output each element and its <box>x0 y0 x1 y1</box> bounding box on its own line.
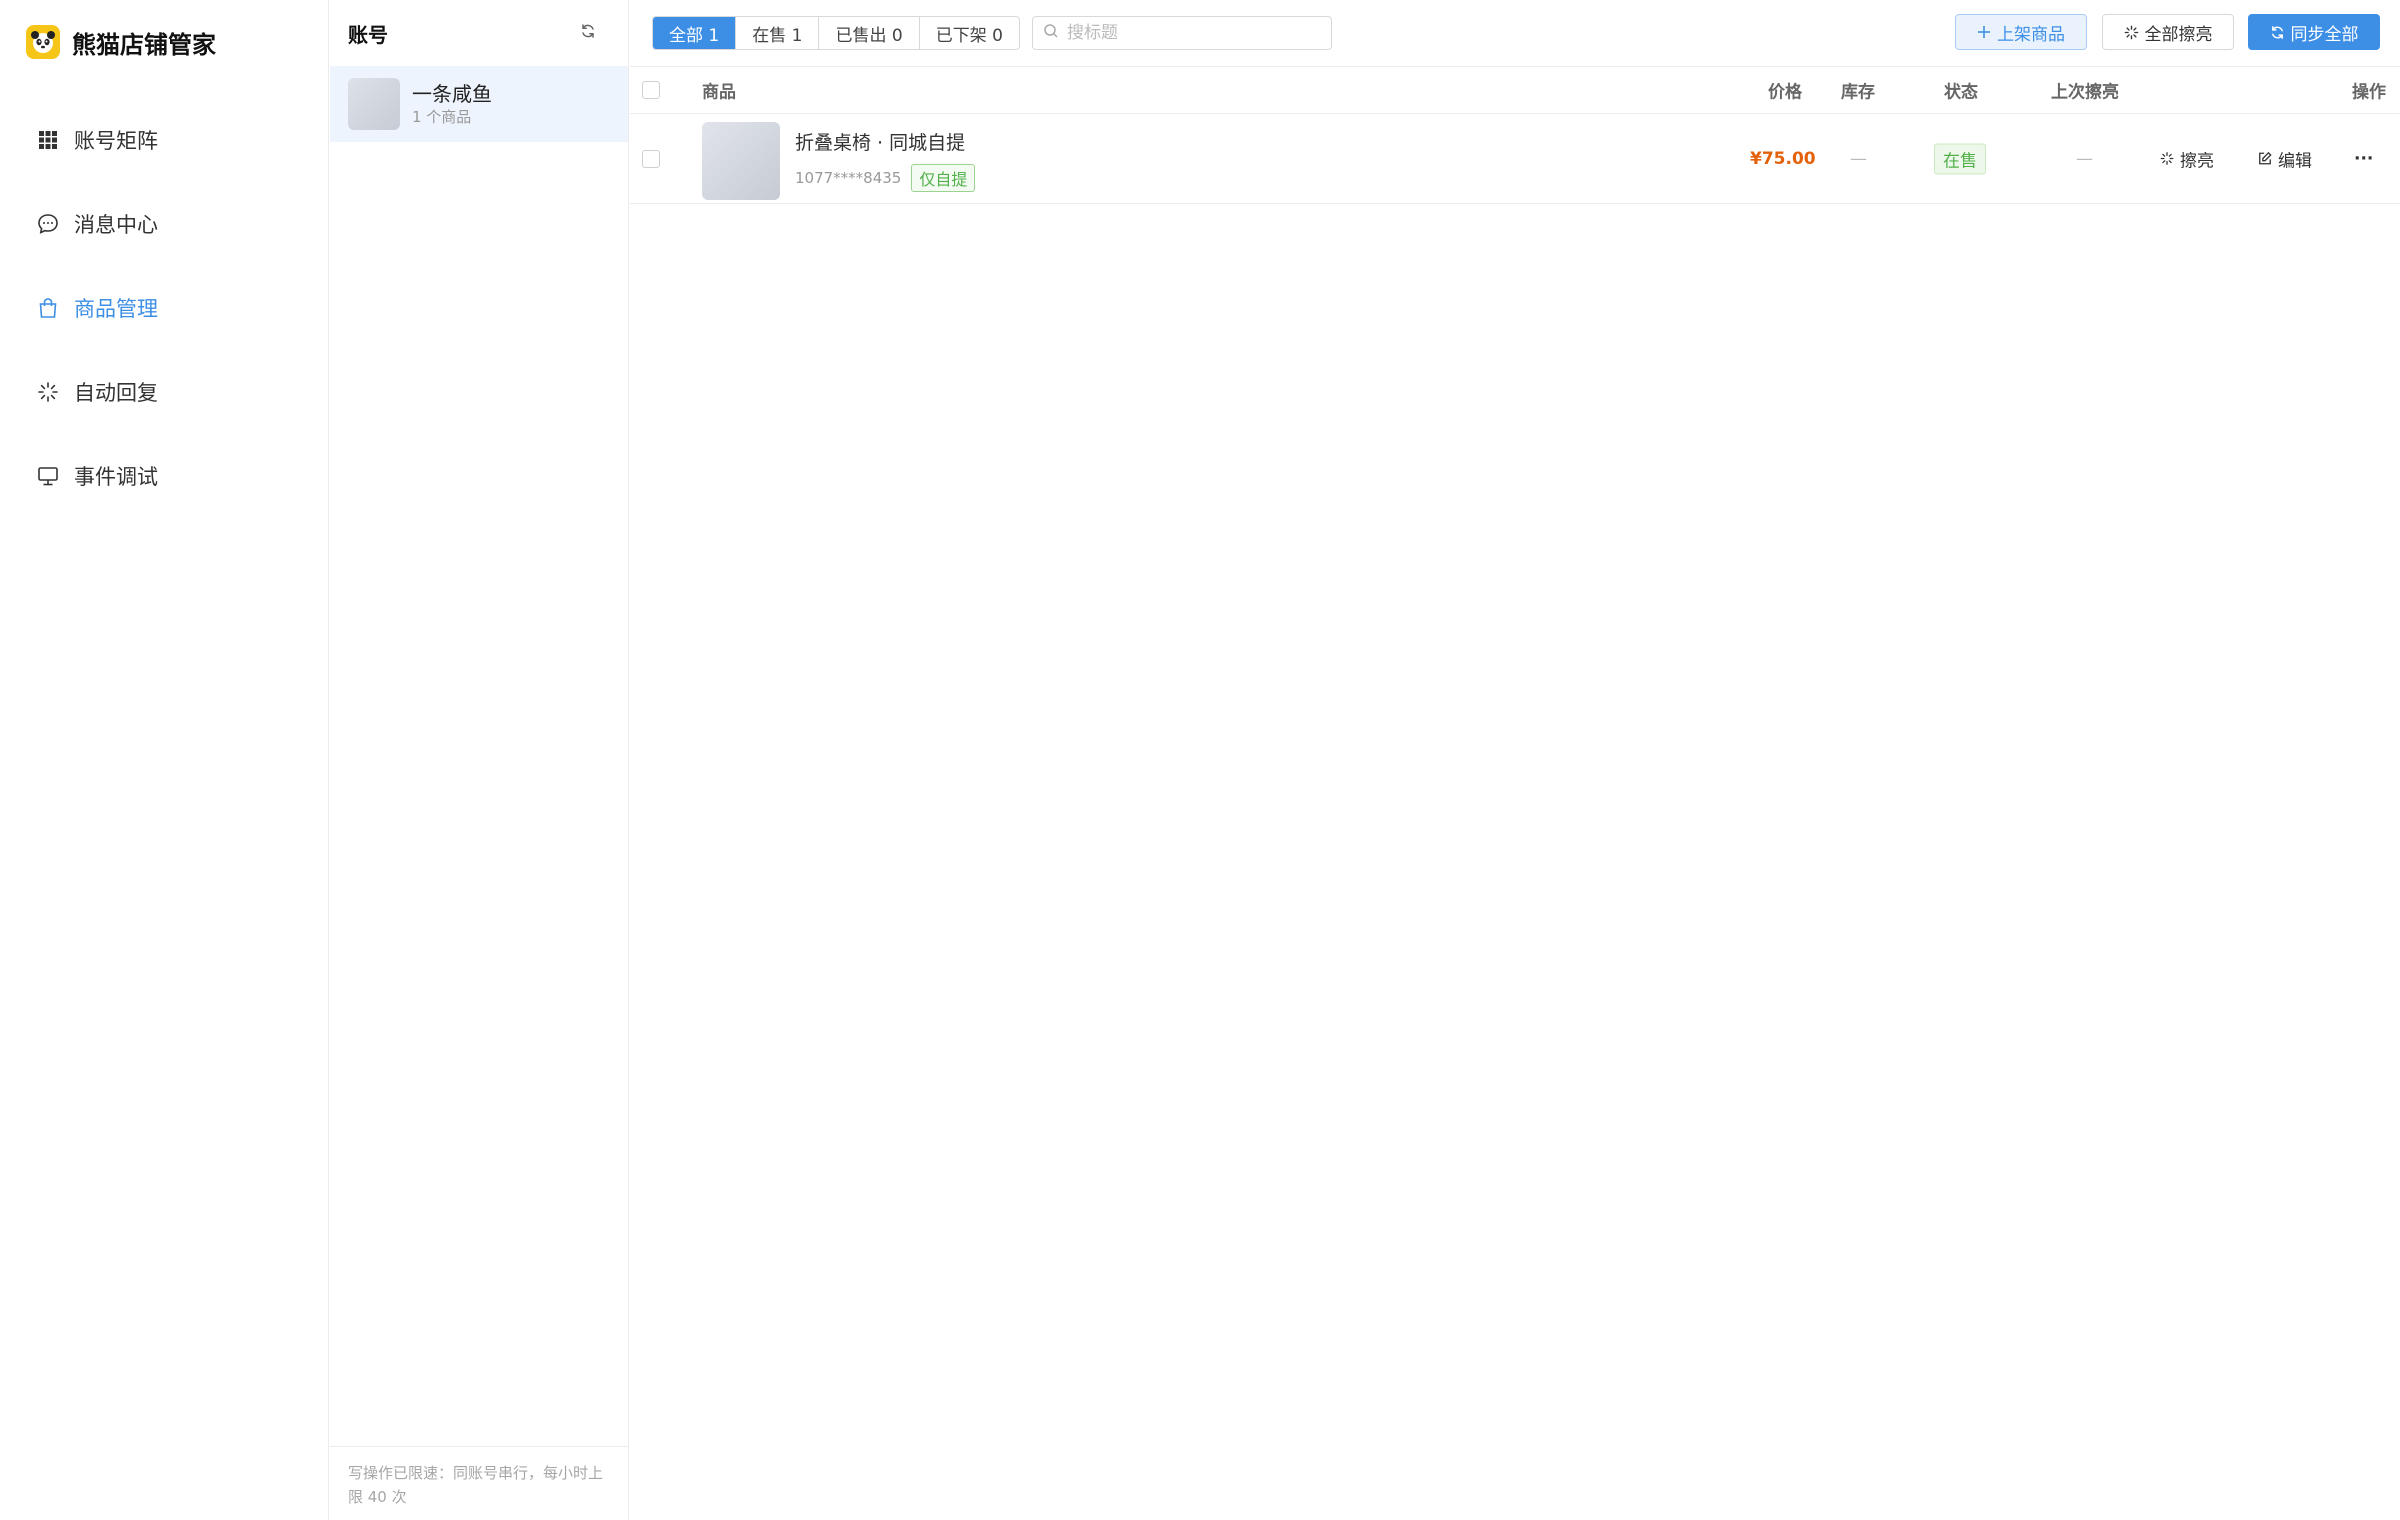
status-tabs: 全部 1 在售 1 已售出 0 已下架 0 <box>652 16 1020 50</box>
sparkle-icon <box>2160 152 2174 166</box>
header-price: 价格 <box>1768 82 1802 103</box>
rate-limit-note: 写操作已限速：同账号串行，每小时上限 40 次 <box>330 1446 628 1520</box>
header-stock: 库存 <box>1841 82 1875 103</box>
tab-removed[interactable]: 已下架 0 <box>920 17 1019 49</box>
monitor-icon <box>36 464 60 488</box>
sparkle-icon <box>36 380 60 404</box>
plus-icon <box>1977 25 1991 39</box>
sidebar-item-label: 账号矩阵 <box>74 129 158 153</box>
product-title[interactable]: 折叠桌椅 · 同城自提 <box>795 128 965 155</box>
accounts-title: 账号 <box>348 22 388 47</box>
product-meta: 1077****8435 仅自提 <box>795 164 976 192</box>
list-product-label: 上架商品 <box>1997 24 2065 45</box>
sidebar-nav: 账号矩阵 消息中心 商品管理 自动回复 事件调试 <box>0 98 329 518</box>
account-product-count: 1 个商品 <box>412 108 472 126</box>
account-item[interactable]: 一条咸鱼 1 个商品 <box>330 66 628 142</box>
grid-icon <box>36 128 60 152</box>
row-checkbox[interactable] <box>642 149 660 168</box>
pickup-only-tag: 仅自提 <box>911 164 976 192</box>
product-price: ¥75.00 <box>1750 148 1816 169</box>
product-id: 1077****8435 <box>795 169 902 187</box>
header-actions: 操作 <box>2352 82 2386 103</box>
sync-icon <box>2270 25 2285 40</box>
refresh-icon[interactable] <box>580 23 596 43</box>
panda-logo-icon <box>26 25 60 59</box>
sync-all-button[interactable]: 同步全部 <box>2248 14 2380 50</box>
accounts-panel: 账号 一条咸鱼 1 个商品 写操作已限速：同账号串行，每小时上限 40 次 <box>330 0 629 1520</box>
chat-bubble-icon <box>36 212 60 236</box>
search-input[interactable] <box>1067 23 1317 43</box>
sidebar-item-label: 事件调试 <box>74 465 158 489</box>
product-thumbnail <box>702 122 780 200</box>
table-header: 商品 价格 库存 状态 上次擦亮 操作 <box>630 66 2400 114</box>
sidebar-item-label: 商品管理 <box>74 297 158 321</box>
polish-label: 擦亮 <box>2180 151 2214 171</box>
search-icon <box>1043 23 1059 43</box>
brand: 熊猫店铺管家 <box>26 22 216 62</box>
more-actions-button[interactable]: ··· <box>2354 149 2373 169</box>
sidebar-item-label: 自动回复 <box>74 381 158 405</box>
sidebar-item-product-management[interactable]: 商品管理 <box>0 266 329 350</box>
tab-on-sale[interactable]: 在售 1 <box>736 17 820 49</box>
tab-all[interactable]: 全部 1 <box>653 17 737 49</box>
edit-button[interactable]: 编辑 <box>2258 146 2312 171</box>
sparkle-icon <box>2124 25 2139 40</box>
product-stock: — <box>1850 148 1867 169</box>
select-all-checkbox[interactable] <box>642 81 660 99</box>
accounts-header: 账号 <box>330 0 628 66</box>
app-title: 熊猫店铺管家 <box>72 30 216 59</box>
tab-sold[interactable]: 已售出 0 <box>819 17 920 49</box>
product-last-polish: — <box>2076 148 2093 169</box>
sidebar-item-message-center[interactable]: 消息中心 <box>0 182 329 266</box>
edit-label: 编辑 <box>2278 151 2312 171</box>
header-status: 状态 <box>1944 82 1978 103</box>
polish-all-label: 全部擦亮 <box>2144 24 2213 45</box>
product-table: 商品 价格 库存 状态 上次擦亮 操作 折叠桌椅 · 同城自提 1077****… <box>630 66 2400 204</box>
table-row: 折叠桌椅 · 同城自提 1077****8435 仅自提 ¥75.00 — 在售… <box>630 114 2400 204</box>
polish-button[interactable]: 擦亮 <box>2160 146 2214 171</box>
header-product: 商品 <box>702 82 736 103</box>
main-content: 全部 1 在售 1 已售出 0 已下架 0 上架商品 <box>630 0 2400 1520</box>
list-product-button[interactable]: 上架商品 <box>1955 14 2087 50</box>
header-last-polish: 上次擦亮 <box>2051 82 2119 103</box>
sync-all-label: 同步全部 <box>2290 24 2359 45</box>
sidebar-item-auto-reply[interactable]: 自动回复 <box>0 350 329 434</box>
edit-icon <box>2258 151 2272 166</box>
sidebar-item-account-matrix[interactable]: 账号矩阵 <box>0 98 329 182</box>
status-badge: 在售 <box>1934 143 1986 174</box>
search-box <box>1032 16 1332 50</box>
sidebar-item-label: 消息中心 <box>74 213 158 237</box>
avatar <box>348 78 400 130</box>
sidebar-item-event-debug[interactable]: 事件调试 <box>0 434 329 518</box>
account-name: 一条咸鱼 <box>412 82 492 106</box>
toolbar: 全部 1 在售 1 已售出 0 已下架 0 上架商品 <box>630 0 2400 66</box>
shopping-bag-icon <box>36 296 60 320</box>
polish-all-button[interactable]: 全部擦亮 <box>2102 14 2234 50</box>
sidebar: 熊猫店铺管家 账号矩阵 消息中心 商品管理 自动回复 事件调试 <box>0 0 329 1520</box>
